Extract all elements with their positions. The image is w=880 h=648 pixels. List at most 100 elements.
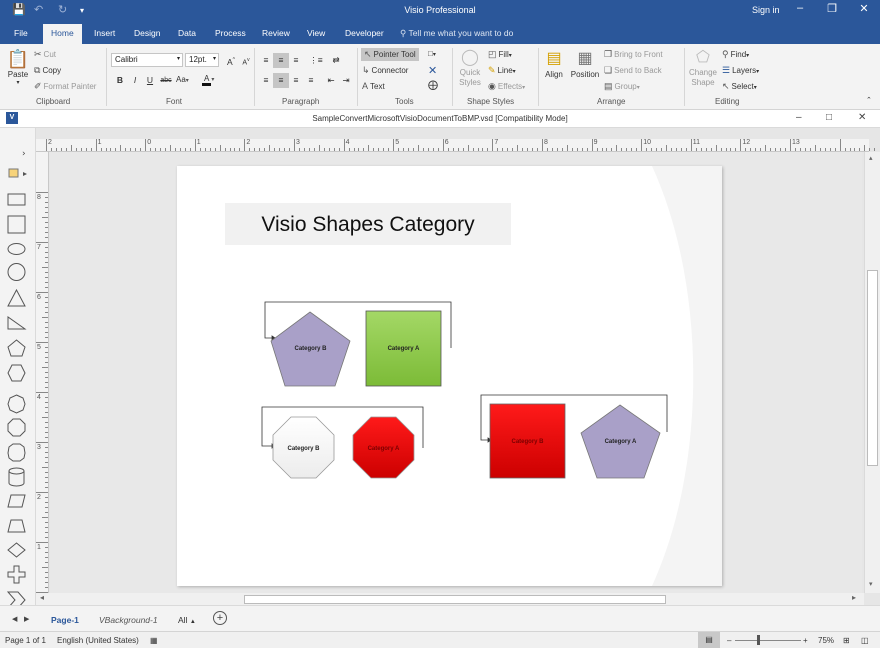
macro-record-icon[interactable]: ▦: [150, 636, 158, 645]
align-button[interactable]: ▤ Align: [543, 48, 565, 79]
restore-icon[interactable]: ❐: [818, 2, 846, 15]
group1-pentagon-shape[interactable]: Category B: [270, 311, 351, 387]
strikethrough-button[interactable]: abc: [157, 73, 175, 88]
quick-shapes-icon[interactable]: [8, 168, 27, 178]
bullets-icon[interactable]: ⋮≡: [308, 53, 324, 68]
cut-button[interactable]: ✂ Cut: [34, 49, 56, 60]
align-right-icon[interactable]: ≡: [288, 73, 304, 88]
italic-button[interactable]: I: [127, 73, 143, 88]
send-to-back-button[interactable]: ❏ Send to Back: [604, 65, 662, 76]
group-button[interactable]: ▤ Group▾: [604, 81, 640, 92]
presentation-mode-icon[interactable]: ▤: [698, 632, 720, 648]
trapezoid-shape-icon[interactable]: [7, 519, 26, 533]
paste-button[interactable]: 📋 Paste ▾: [6, 48, 30, 86]
doc-restore-icon[interactable]: □: [826, 112, 832, 123]
select-button[interactable]: ↖ Select▾: [722, 81, 757, 92]
pointer-tool-button[interactable]: ↖ Pointer Tool: [361, 48, 419, 61]
underline-button[interactable]: U: [142, 73, 158, 88]
rectangle-shape-icon[interactable]: [7, 193, 26, 206]
page-nav-right-icon[interactable]: ▶: [24, 615, 29, 623]
page-tab-page-1[interactable]: Page-1: [51, 615, 79, 625]
drawing-canvas[interactable]: Visio Shapes Category Category B Categor…: [50, 152, 862, 593]
horizontal-scroll-thumb[interactable]: [244, 595, 666, 604]
scroll-up-icon[interactable]: ▴: [869, 154, 873, 162]
zoom-level[interactable]: 75%: [818, 636, 834, 645]
sign-in-link[interactable]: Sign in: [752, 5, 780, 15]
triangle-shape-icon[interactable]: [7, 288, 26, 307]
right-triangle-shape-icon[interactable]: [7, 316, 27, 330]
decagon-shape-icon[interactable]: [7, 443, 26, 462]
octagon-shape-icon[interactable]: [7, 418, 26, 437]
effects-button[interactable]: ◉ Effects▾: [488, 81, 525, 92]
fill-button[interactable]: ◰ Fill▾: [488, 49, 512, 60]
font-color-button[interactable]: A ▾: [202, 74, 216, 86]
rectangle-tool-button[interactable]: □▾: [428, 49, 436, 58]
close-icon[interactable]: ✕: [850, 2, 878, 15]
find-button[interactable]: ⚲ Find▾: [722, 49, 749, 60]
quick-styles-button[interactable]: ◯ Quick Styles: [456, 48, 484, 88]
page-tab-vbackground[interactable]: VBackground-1: [99, 615, 158, 625]
ellipse-shape-icon[interactable]: [7, 243, 26, 255]
drawing-page[interactable]: Visio Shapes Category Category B Categor…: [177, 166, 722, 586]
minimize-icon[interactable]: –: [786, 2, 814, 14]
vertical-scrollbar[interactable]: ▴ ▾: [864, 152, 880, 593]
shrink-font-button[interactable]: Av: [238, 53, 254, 68]
position-button[interactable]: ▦ Position: [569, 48, 601, 79]
tab-review[interactable]: Review: [262, 28, 290, 38]
connection-point-icon[interactable]: ⨁: [428, 80, 438, 91]
horizontal-scrollbar[interactable]: ◂ ▸: [36, 593, 864, 605]
group2-octagon-white-shape[interactable]: Category B: [272, 416, 335, 479]
align-left-icon[interactable]: ≡: [258, 73, 274, 88]
align-middle-icon[interactable]: ≡: [273, 53, 289, 68]
change-shape-button[interactable]: ⬠ Change Shape: [688, 48, 718, 88]
scroll-down-icon[interactable]: ▾: [869, 580, 873, 588]
grow-font-button[interactable]: A^: [223, 53, 239, 68]
cross-shape-icon[interactable]: [7, 565, 26, 584]
zoom-slider-thumb[interactable]: [757, 635, 760, 645]
align-center-icon[interactable]: ≡: [273, 73, 289, 88]
line-button[interactable]: ✎ Line▾: [488, 65, 516, 76]
increase-indent-icon[interactable]: ⇥: [338, 73, 354, 88]
tab-data[interactable]: Data: [178, 28, 196, 38]
parallelogram-shape-icon[interactable]: [7, 494, 26, 508]
heptagon-shape-icon[interactable]: [7, 394, 26, 414]
zoom-slider-track[interactable]: [735, 640, 801, 641]
group1-square-shape[interactable]: Category A: [365, 310, 442, 387]
circle-shape-icon[interactable]: [7, 263, 26, 281]
bold-button[interactable]: B: [112, 73, 128, 88]
vertical-scroll-thumb[interactable]: [867, 270, 878, 466]
layers-button[interactable]: ☰ Layers▾: [722, 65, 759, 76]
tab-file[interactable]: File: [14, 28, 28, 38]
close-tool-icon[interactable]: ✕: [428, 64, 437, 77]
group3-square-red-shape[interactable]: Category B: [489, 403, 566, 479]
tab-developer[interactable]: Developer: [345, 28, 384, 38]
scroll-right-icon[interactable]: ▸: [852, 593, 856, 602]
page-nav-left-icon[interactable]: ◀: [12, 615, 17, 623]
doc-close-icon[interactable]: ✕: [858, 112, 866, 123]
align-bottom-icon[interactable]: ≡: [288, 53, 304, 68]
scroll-left-icon[interactable]: ◂: [40, 593, 44, 602]
pentagon-shape-icon[interactable]: [7, 339, 26, 357]
align-top-icon[interactable]: ≡: [258, 53, 274, 68]
copy-button[interactable]: ⧉ Copy: [34, 65, 61, 76]
tell-me-box[interactable]: ⚲ Tell me what you want to do: [400, 28, 513, 39]
cylinder-shape-icon[interactable]: [8, 467, 25, 487]
justify-icon[interactable]: ≡: [303, 73, 319, 88]
font-family-select[interactable]: Calibri ▾: [111, 53, 183, 67]
collapse-ribbon-icon[interactable]: ⌃: [866, 96, 872, 104]
tab-insert[interactable]: Insert: [94, 28, 115, 38]
text-tool-button[interactable]: A Text: [362, 81, 385, 91]
bring-to-front-button[interactable]: ❐ Bring to Front: [604, 49, 663, 60]
add-page-icon[interactable]: +: [213, 611, 227, 625]
all-pages-button[interactable]: All ▲: [178, 615, 196, 625]
zoom-in-icon[interactable]: +: [803, 636, 808, 645]
hexagon-shape-icon[interactable]: [7, 364, 26, 382]
format-painter-button[interactable]: ✐ Format Painter: [34, 81, 96, 92]
group3-pentagon-shape[interactable]: Category A: [580, 404, 661, 479]
zoom-out-icon[interactable]: –: [727, 636, 731, 645]
language-indicator[interactable]: English (United States): [57, 636, 139, 645]
doc-minimize-icon[interactable]: –: [796, 112, 802, 123]
tab-process[interactable]: Process: [215, 28, 246, 38]
fit-page-icon[interactable]: ⊞: [843, 636, 850, 645]
tab-home[interactable]: Home: [43, 24, 82, 44]
